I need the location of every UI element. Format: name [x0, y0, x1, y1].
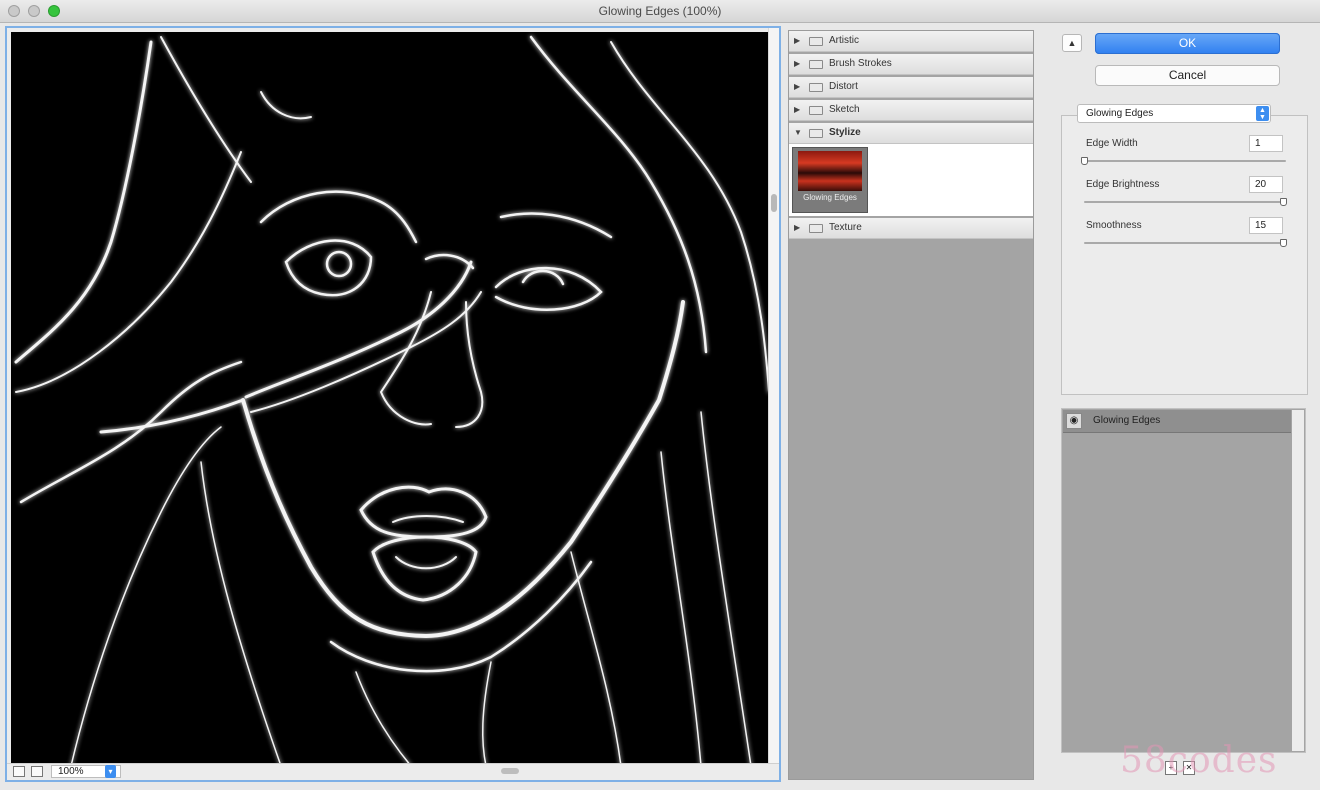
category-label: Sketch: [829, 104, 860, 115]
expand-arrow-icon: ▶: [794, 105, 801, 114]
edge-brightness-slider-knob[interactable]: [1280, 198, 1287, 206]
folder-icon: [809, 83, 823, 92]
horizontal-scroll-thumb[interactable]: [501, 768, 519, 774]
category-label: Artistic: [829, 35, 859, 46]
zoom-in-icon[interactable]: [31, 766, 43, 777]
category-distort[interactable]: ▶ Distort: [789, 77, 1033, 98]
edge-width-slider[interactable]: [1084, 160, 1286, 162]
edge-brightness-slider[interactable]: [1084, 201, 1286, 203]
edge-brightness-label: Edge Brightness: [1086, 179, 1160, 190]
cancel-button[interactable]: Cancel: [1095, 65, 1280, 86]
folder-icon: [809, 60, 823, 69]
effect-layer-name: Glowing Edges: [1093, 415, 1161, 426]
folder-open-icon: [809, 129, 823, 138]
watermark: 58codes: [1120, 740, 1278, 781]
filter-thumb-label: Glowing Edges: [803, 193, 857, 202]
preview-vertical-scrollbar[interactable]: [768, 28, 779, 766]
layers-scrollbar[interactable]: [1292, 410, 1304, 751]
preview-pane: 100% ▾: [5, 26, 781, 782]
expand-arrow-icon: ▶: [794, 36, 801, 45]
folder-icon: [809, 224, 823, 233]
smoothness-slider-knob[interactable]: [1280, 239, 1287, 247]
vertical-scroll-thumb[interactable]: [771, 194, 777, 212]
collapse-gallery-button[interactable]: ▲: [1062, 34, 1082, 52]
filter-thumb-glowing-edges[interactable]: Glowing Edges: [792, 147, 868, 213]
smoothness-label: Smoothness: [1086, 220, 1142, 231]
category-label: Distort: [829, 81, 858, 92]
edge-width-label: Edge Width: [1086, 138, 1138, 149]
category-sketch[interactable]: ▶ Sketch: [789, 100, 1033, 121]
smoothness-input[interactable]: 15: [1249, 217, 1283, 234]
expand-arrow-icon: ▶: [794, 82, 801, 91]
category-label: Texture: [829, 222, 862, 233]
preview-image[interactable]: [11, 32, 771, 766]
expand-arrow-icon: ▶: [794, 59, 801, 68]
filter-settings-panel: [1061, 115, 1308, 395]
folder-icon: [809, 106, 823, 115]
ok-button[interactable]: OK: [1095, 33, 1280, 54]
effect-layer-row[interactable]: ◉ Glowing Edges: [1063, 410, 1291, 433]
edge-width-slider-knob[interactable]: [1081, 157, 1088, 165]
window-title: Glowing Edges (100%): [598, 4, 722, 18]
effect-layers-panel: ◉ Glowing Edges: [1061, 408, 1306, 753]
filter-thumb-image: [798, 151, 862, 191]
glowing-edges-portrait: [14, 35, 770, 766]
filter-select[interactable]: Glowing Edges ▲ ▼: [1077, 104, 1271, 123]
filter-gallery: ▶ Artistic ▶ Brush Strokes ▶ Distort ▶ S…: [788, 30, 1034, 780]
title-bar: Glowing Edges (100%): [0, 0, 1320, 23]
stylize-thumbnails: Glowing Edges: [789, 144, 1033, 216]
zoom-dropdown-arrow-icon[interactable]: ▾: [105, 765, 116, 778]
category-label: Brush Strokes: [829, 58, 892, 69]
expand-arrow-icon: ▶: [794, 223, 801, 232]
folder-icon: [809, 37, 823, 46]
zoom-out-icon[interactable]: [13, 766, 25, 777]
eye-icon[interactable]: ◉: [1066, 413, 1082, 429]
select-arrows-icon: ▲ ▼: [1256, 106, 1269, 121]
category-artistic[interactable]: ▶ Artistic: [789, 31, 1033, 52]
preview-status-bar: 100% ▾: [7, 763, 779, 780]
edge-width-input[interactable]: 1: [1249, 135, 1283, 152]
filter-select-value: Glowing Edges: [1086, 108, 1154, 119]
category-brush-strokes[interactable]: ▶ Brush Strokes: [789, 54, 1033, 75]
category-texture[interactable]: ▶ Texture: [789, 218, 1033, 239]
collapse-arrow-icon: ▼: [794, 128, 802, 137]
edge-brightness-input[interactable]: 20: [1249, 176, 1283, 193]
smoothness-slider[interactable]: [1084, 242, 1286, 244]
category-label: Stylize: [829, 127, 861, 138]
category-stylize[interactable]: ▼ Stylize: [789, 123, 1033, 144]
